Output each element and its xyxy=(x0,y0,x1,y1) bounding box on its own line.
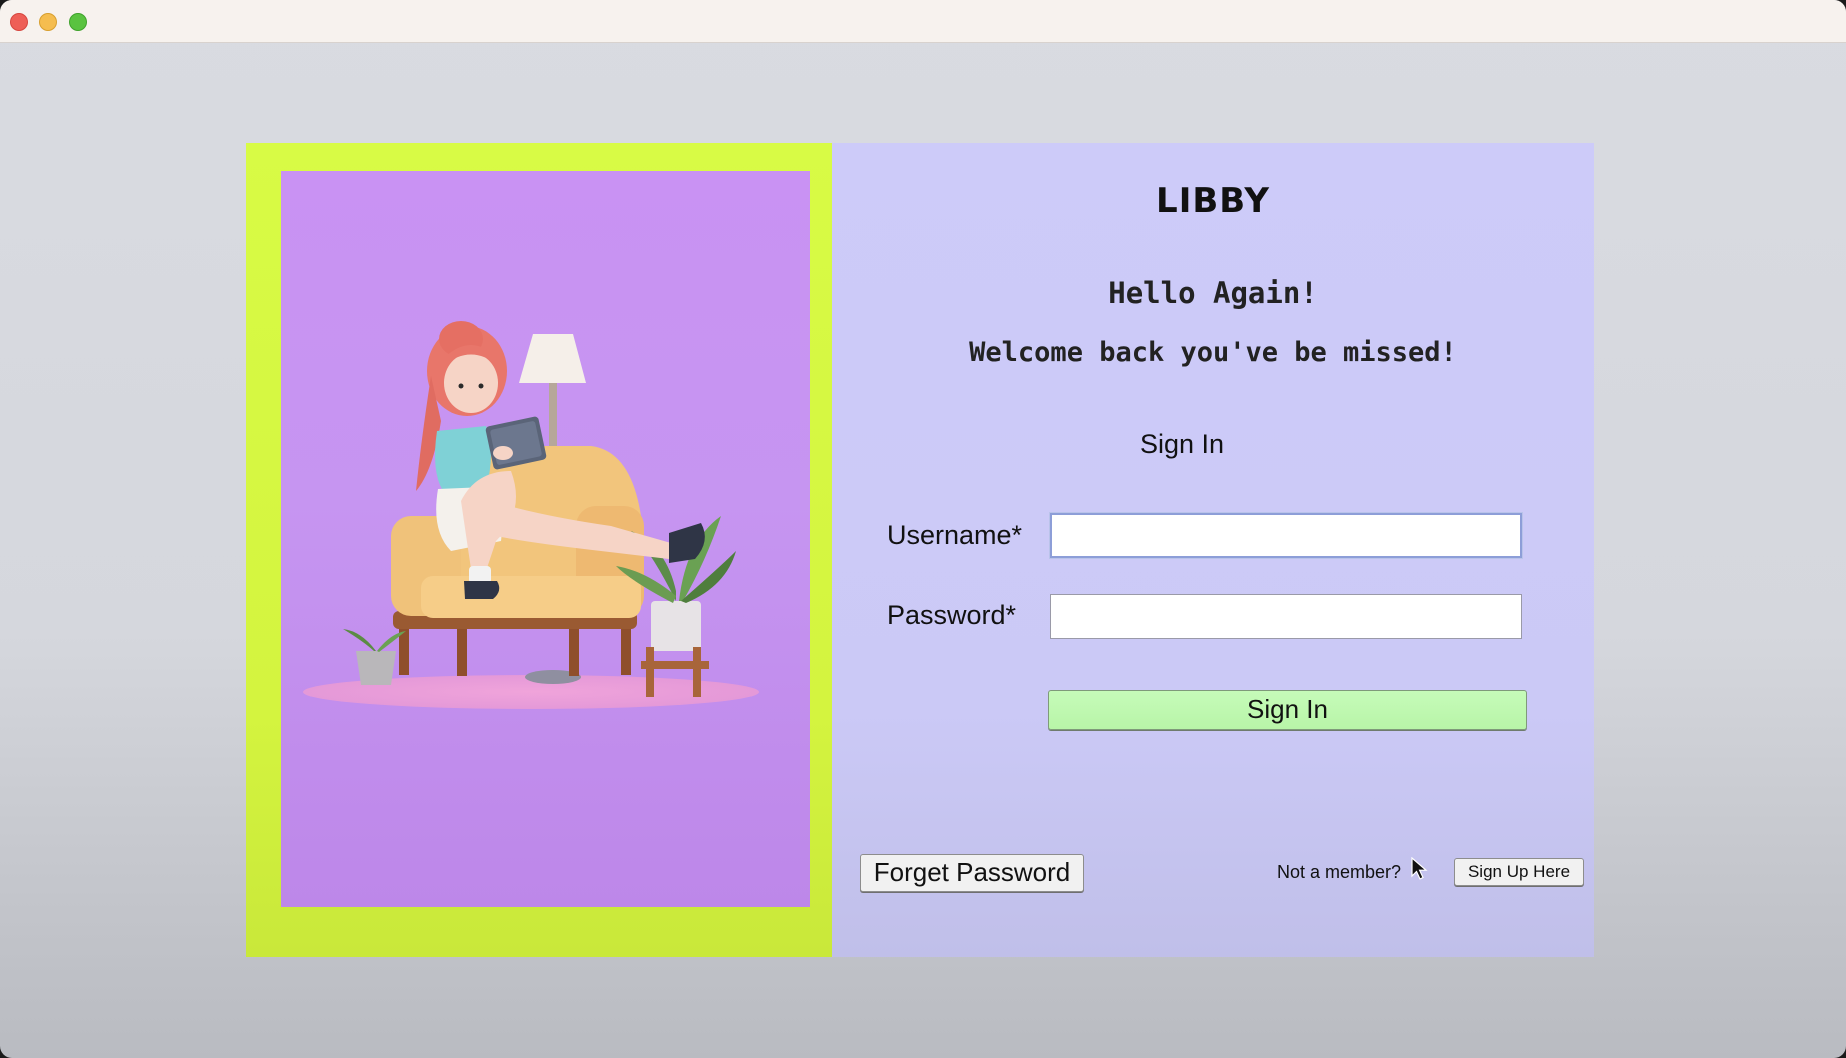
title-bar xyxy=(0,0,1846,43)
close-window-button[interactable] xyxy=(10,13,28,31)
mouse-pointer-icon xyxy=(1411,857,1428,880)
password-input[interactable] xyxy=(1050,594,1522,639)
welcome-subtitle: Welcome back you've be missed! xyxy=(969,337,1457,368)
username-input[interactable] xyxy=(1050,513,1522,558)
sign-in-heading: Sign In xyxy=(1140,429,1225,459)
login-card: LIBBY Hello Again! Welcome back you've b… xyxy=(246,143,1594,957)
password-label: Password* xyxy=(887,600,1017,630)
app-title: LIBBY xyxy=(1156,181,1270,221)
minimize-window-button[interactable] xyxy=(39,13,57,31)
hero-panel xyxy=(246,143,832,957)
greeting-text: Hello Again! xyxy=(1108,276,1318,310)
sign-in-button[interactable]: Sign In xyxy=(1048,690,1527,730)
login-panel: LIBBY Hello Again! Welcome back you've b… xyxy=(832,143,1594,957)
hero-illustration-art xyxy=(303,321,759,709)
sign-up-button[interactable]: Sign Up Here xyxy=(1454,858,1584,886)
hero-illustration xyxy=(281,171,810,907)
forget-password-button[interactable]: Forget Password xyxy=(860,854,1084,892)
app-window: LIBBY Hello Again! Welcome back you've b… xyxy=(0,0,1846,1058)
username-label: Username* xyxy=(887,520,1023,550)
zoom-window-button[interactable] xyxy=(69,13,87,31)
not-member-text: Not a member? xyxy=(1277,862,1402,882)
